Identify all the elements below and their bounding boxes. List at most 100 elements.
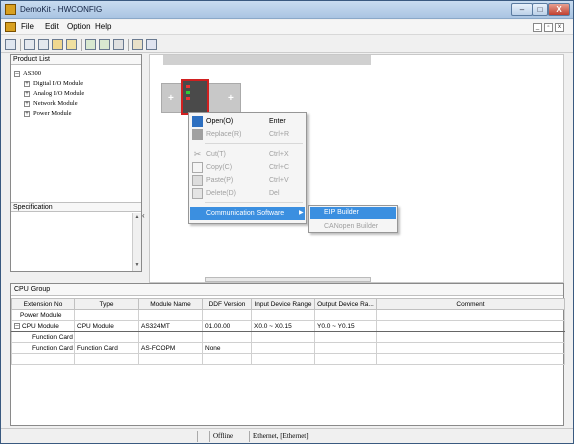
ctx-copy[interactable]: Copy(C) Ctrl+C [190, 161, 305, 174]
settings-icon[interactable] [132, 39, 143, 50]
scan-icon[interactable] [113, 39, 124, 50]
status-bar: Offline Ethernet, [Ethernet] [1, 428, 573, 443]
col-comment[interactable]: Comment [376, 298, 565, 310]
expand-icon[interactable]: + [24, 101, 30, 107]
table-row[interactable]: Function Card [11, 331, 565, 343]
ctx-open[interactable]: Open(O) Enter [190, 115, 305, 128]
maximize-button[interactable]: □ [532, 3, 548, 16]
close-button[interactable]: X [548, 3, 570, 16]
mdi-minimize-button[interactable]: _ [533, 23, 542, 32]
cut-icon: ✂ [193, 149, 202, 159]
ctx-copy-shortcut: Ctrl+C [269, 164, 290, 171]
cell: None [202, 342, 252, 354]
add-left-icon[interactable]: + [168, 93, 174, 104]
table-row[interactable]: – CPU Module CPU Module AS324MT 01.00.00 … [11, 320, 565, 332]
document-icon [5, 22, 16, 32]
cut-icon[interactable] [24, 39, 35, 50]
spec-scrollbar[interactable]: ▲ ▼ [132, 213, 141, 271]
menu-edit[interactable]: Edit [45, 22, 59, 31]
title-bar[interactable]: DemoKit - HWCONFIG – □ X [1, 1, 573, 19]
expand-icon[interactable]: + [24, 91, 30, 97]
cpu-group-panel: CPU Group Extension No Type Module Name … [10, 283, 565, 426]
table-row[interactable]: Function Card Function Card AS-FCOPM Non… [11, 342, 565, 354]
ctx-paste-label: Paste(P) [206, 177, 234, 184]
col-ddf-version[interactable]: DDF Version [202, 298, 252, 310]
col-input-range[interactable]: Input Device Range [251, 298, 315, 310]
cell: CPU Module [74, 320, 139, 332]
cell [376, 320, 565, 332]
expand-icon[interactable]: + [24, 111, 30, 117]
collapse-icon[interactable]: – [14, 71, 20, 77]
specification-header: Specification [11, 202, 141, 212]
mdi-restore-button[interactable]: ▫ [544, 23, 553, 32]
table-row[interactable] [11, 353, 565, 365]
cell: AS-FCOPM [138, 342, 203, 354]
menu-option[interactable]: Option [67, 22, 91, 31]
submenu-eip-builder[interactable]: EIP Builder [310, 207, 396, 219]
tree-root[interactable]: AS300 [23, 70, 41, 77]
download-icon[interactable] [99, 39, 110, 50]
cell [251, 353, 315, 365]
ctx-replace[interactable]: Replace(R) Ctrl+R [190, 128, 305, 141]
cell [314, 331, 377, 343]
canvas-horizontal-scrollbar[interactable] [205, 277, 371, 282]
product-list-header: Product List [11, 55, 141, 65]
mdi-close-button[interactable]: x [555, 23, 564, 32]
cell [251, 331, 315, 343]
link-icon[interactable] [146, 39, 157, 50]
submenu-canopen-builder[interactable]: CANopen Builder [310, 221, 396, 233]
status-indicator [197, 431, 209, 442]
cell [251, 309, 315, 321]
tree-item-analog-io[interactable]: Analog I/O Module [33, 90, 84, 97]
cell: Y0.0 ~ Y0.15 [314, 320, 377, 332]
open-icon [192, 116, 203, 127]
col-extension-no[interactable]: Extension No [11, 298, 75, 310]
minimize-button[interactable]: – [511, 3, 533, 16]
product-list-panel: Product List – AS300 + Digital I/O Modul… [10, 54, 142, 272]
collapse-left-icon[interactable]: ‹ [142, 211, 145, 220]
rack-header-strip [163, 55, 371, 65]
cell [314, 342, 377, 354]
ctx-cut[interactable]: ✂ Cut(T) Ctrl+X [190, 148, 305, 161]
upload-icon[interactable] [85, 39, 96, 50]
paste-icon[interactable] [52, 39, 63, 50]
led-indicator [186, 91, 190, 94]
led-indicator [186, 97, 190, 100]
ctx-cut-shortcut: Ctrl+X [269, 151, 289, 158]
table-header-row: Extension No Type Module Name DDF Versio… [11, 298, 565, 310]
cell [74, 353, 139, 365]
table-row[interactable]: Power Module [11, 309, 565, 321]
col-type[interactable]: Type [74, 298, 139, 310]
ctx-delete[interactable]: Delete(D) Del [190, 187, 305, 200]
cell [376, 331, 565, 343]
edit-icon[interactable] [66, 39, 77, 50]
cell [138, 309, 203, 321]
scroll-up-icon[interactable]: ▲ [133, 214, 141, 222]
col-module-name[interactable]: Module Name [138, 298, 203, 310]
ctx-communication-software[interactable]: Communication Software ▶ [190, 207, 305, 220]
tree-item-network[interactable]: Network Module [33, 100, 78, 107]
ctx-cut-label: Cut(T) [206, 151, 226, 158]
menu-help[interactable]: Help [95, 22, 111, 31]
tree-item-digital-io[interactable]: Digital I/O Module [33, 80, 83, 87]
cpu-module-image[interactable] [181, 79, 209, 115]
status-connection-type: Ethernet, [Ethernet] [249, 431, 349, 442]
save-icon[interactable] [5, 39, 16, 50]
add-right-icon[interactable]: + [228, 93, 234, 104]
scroll-down-icon[interactable]: ▼ [133, 262, 141, 270]
menu-file[interactable]: File [21, 22, 34, 31]
cell [138, 331, 203, 343]
tree-item-power[interactable]: Power Module [33, 110, 71, 117]
collapse-icon[interactable]: – [14, 322, 20, 329]
copy-icon[interactable] [38, 39, 49, 50]
ctx-paste[interactable]: Paste(P) Ctrl+V [190, 174, 305, 187]
menu-bar: File Edit Option Help _ ▫ x [1, 20, 573, 35]
cell [202, 309, 252, 321]
toolbar-separator [128, 39, 129, 51]
cell [376, 309, 565, 321]
col-output-range[interactable]: Output Device Ra... [314, 298, 377, 310]
panel-splitter[interactable]: ‹ [142, 54, 149, 272]
toolbar-separator [81, 39, 82, 51]
cell-text: CPU Module [22, 322, 59, 330]
expand-icon[interactable]: + [24, 81, 30, 87]
